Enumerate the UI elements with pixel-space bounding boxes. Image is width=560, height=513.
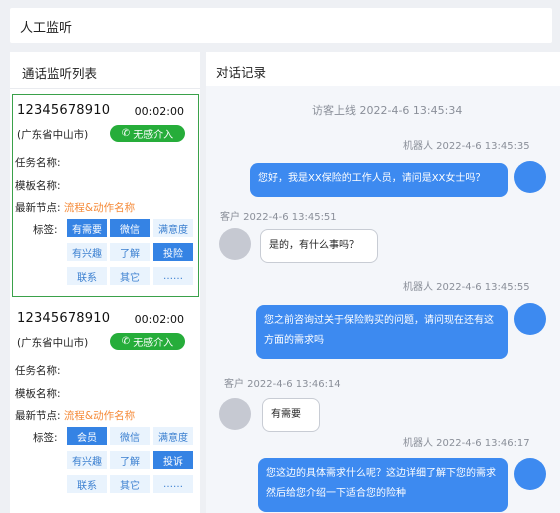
message-meta: 客户 2022-4-6 13:45:51 xyxy=(220,212,337,223)
customer-message-bubble: 有需要 xyxy=(262,398,320,432)
tag-chip[interactable]: 有兴趣 xyxy=(67,451,107,469)
phone-icon: ✆ xyxy=(121,128,131,139)
call-card[interactable]: 12345678910 00:02:00 (广东省中山市) ✆ 无感介入 任务名… xyxy=(12,94,199,297)
tag-chip[interactable]: 有兴趣 xyxy=(67,243,107,261)
call-location: (广东省中山市) xyxy=(17,129,89,141)
task-name-label: 任务名称: xyxy=(15,365,61,377)
latest-node-label: 最新节点: xyxy=(15,410,61,422)
tag-chip[interactable]: 微信 xyxy=(110,427,150,445)
latest-node-value: 流程&动作名称 xyxy=(63,410,136,422)
intervene-label: 无感介入 xyxy=(133,130,174,141)
call-phone: 12345678910 xyxy=(17,103,111,118)
tag-chip[interactable]: 微信 xyxy=(110,219,150,237)
intervene-button[interactable]: ✆ 无感介入 xyxy=(110,125,185,142)
message-meta: 客户 2022-4-6 13:46:14 xyxy=(224,379,341,390)
call-list-title: 通话监听列表 xyxy=(22,66,98,81)
tag-chip[interactable]: 联系 xyxy=(67,267,107,285)
intervene-label: 无感介入 xyxy=(133,338,174,349)
bot-avatar xyxy=(514,303,546,335)
conversation-title: 对话记录 xyxy=(216,65,267,80)
customer-avatar xyxy=(219,398,251,430)
latest-node-row: 最新节点: 流程&动作名称 xyxy=(15,408,135,423)
conversation-header: 对话记录 xyxy=(206,52,560,86)
template-name-label: 模板名称: xyxy=(15,180,61,192)
call-duration: 00:02:00 xyxy=(134,313,184,326)
tag-chip[interactable]: 满意度 xyxy=(153,427,193,445)
visitor-online-notice: 访客上线 2022-4-6 13:45:34 xyxy=(312,104,463,117)
page-title: 人工监听 xyxy=(20,21,73,36)
template-name-label: 模板名称: xyxy=(15,388,61,400)
bot-message-bubble: 您好，我是XX保险的工作人员，请问是XX女士吗？ xyxy=(250,163,508,197)
tags-label: 标签: xyxy=(33,224,58,236)
tag-chip[interactable]: 了解 xyxy=(110,243,150,261)
call-list-divider xyxy=(10,88,200,89)
tag-chip[interactable]: 其它 xyxy=(110,267,150,285)
bot-avatar xyxy=(514,458,546,490)
tag-chip[interactable]: 有需要 xyxy=(67,219,107,237)
bot-message-bubble: 您之前咨询过关于保险购买的问题，请问现在还有这方面的需求吗 xyxy=(256,305,508,359)
message-meta: 机器人 2022-4-6 13:45:35 xyxy=(403,141,530,152)
bot-avatar xyxy=(514,161,546,193)
tag-chip[interactable]: 投诉 xyxy=(153,451,193,469)
tag-chip[interactable]: 其它 xyxy=(110,475,150,493)
tag-chip[interactable]: 投险 xyxy=(153,243,193,261)
bot-message-bubble: 您这边的具体需求什么呢？这边详细了解下您的需求然后给您介绍一下适合您的险种 xyxy=(258,458,508,512)
intervene-button[interactable]: ✆ 无感介入 xyxy=(110,333,185,350)
call-phone: 12345678910 xyxy=(17,311,111,326)
message-meta: 机器人 2022-4-6 13:46:17 xyxy=(403,438,530,449)
customer-avatar xyxy=(219,228,251,260)
tags-label: 标签: xyxy=(33,432,58,444)
phone-icon: ✆ xyxy=(121,336,131,347)
latest-node-row: 最新节点: 流程&动作名称 xyxy=(15,200,135,215)
tag-chip[interactable]: 满意度 xyxy=(153,219,193,237)
call-card[interactable]: 12345678910 00:02:00 (广东省中山市) ✆ 无感介入 任务名… xyxy=(12,302,199,505)
conversation-panel: 对话记录 访客上线 2022-4-6 13:45:34 机器人 2022-4-6… xyxy=(206,52,560,513)
top-bar: 人工监听 xyxy=(10,8,552,43)
tag-chip[interactable]: …… xyxy=(153,475,193,493)
tag-chip[interactable]: 联系 xyxy=(67,475,107,493)
call-duration: 00:02:00 xyxy=(134,105,184,118)
call-location: (广东省中山市) xyxy=(17,337,89,349)
tag-chip[interactable]: …… xyxy=(153,267,193,285)
tag-chip[interactable]: 了解 xyxy=(110,451,150,469)
customer-message-bubble: 是的，有什么事吗？ xyxy=(260,229,378,263)
tag-chip[interactable]: 会员 xyxy=(67,427,107,445)
message-meta: 机器人 2022-4-6 13:45:55 xyxy=(403,282,530,293)
latest-node-label: 最新节点: xyxy=(15,202,61,214)
task-name-label: 任务名称: xyxy=(15,157,61,169)
latest-node-value: 流程&动作名称 xyxy=(63,202,136,214)
call-list-panel: 通话监听列表 12345678910 00:02:00 (广东省中山市) ✆ 无… xyxy=(10,52,200,513)
